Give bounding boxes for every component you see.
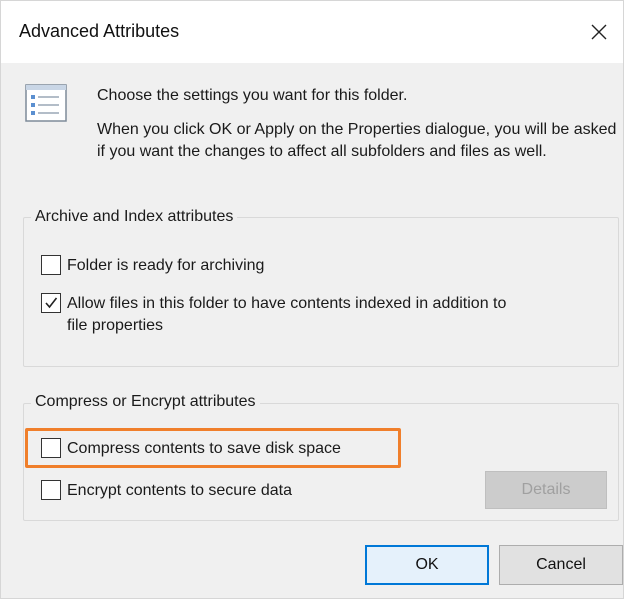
archive-index-group	[23, 217, 619, 367]
archiving-checkbox[interactable]	[41, 255, 61, 275]
dialog-title: Advanced Attributes	[19, 21, 180, 41]
close-button[interactable]	[575, 1, 623, 63]
indexing-label: Allow files in this folder to have conte…	[67, 293, 506, 337]
indexing-option[interactable]: Allow files in this folder to have conte…	[41, 293, 601, 337]
advanced-attributes-dialog: Advanced Attributes Choose the settings …	[0, 0, 624, 599]
cancel-button[interactable]: Cancel	[499, 545, 623, 585]
indexing-label-line1: Allow files in this folder to have conte…	[67, 295, 507, 312]
archiving-option[interactable]: Folder is ready for archiving	[41, 255, 264, 277]
encrypt-option[interactable]: Encrypt contents to secure data	[41, 480, 292, 502]
checkmark-icon	[45, 297, 58, 309]
encrypt-label: Encrypt contents to secure data	[67, 482, 293, 499]
compress-encrypt-group-label: Compress or Encrypt attributes	[31, 392, 260, 412]
ok-button[interactable]: OK	[365, 545, 489, 585]
details-button[interactable]: Details	[485, 471, 607, 509]
folder-settings-icon	[25, 84, 67, 122]
compress-label: Compress contents to save disk space	[67, 440, 341, 457]
close-icon	[591, 24, 607, 40]
indexing-label-line2: file properties	[67, 317, 164, 334]
intro-text: Choose the settings you want for this fo…	[97, 87, 408, 104]
compress-checkbox[interactable]	[41, 438, 61, 458]
indexing-checkbox[interactable]	[41, 293, 61, 313]
title-bar: Advanced Attributes	[1, 1, 623, 63]
encrypt-checkbox[interactable]	[41, 480, 61, 500]
compress-option[interactable]: Compress contents to save disk space	[41, 438, 341, 460]
archive-index-group-label: Archive and Index attributes	[31, 207, 238, 227]
description-text: When you click OK or Apply on the Proper…	[97, 121, 617, 160]
archiving-label: Folder is ready for archiving	[67, 257, 265, 274]
